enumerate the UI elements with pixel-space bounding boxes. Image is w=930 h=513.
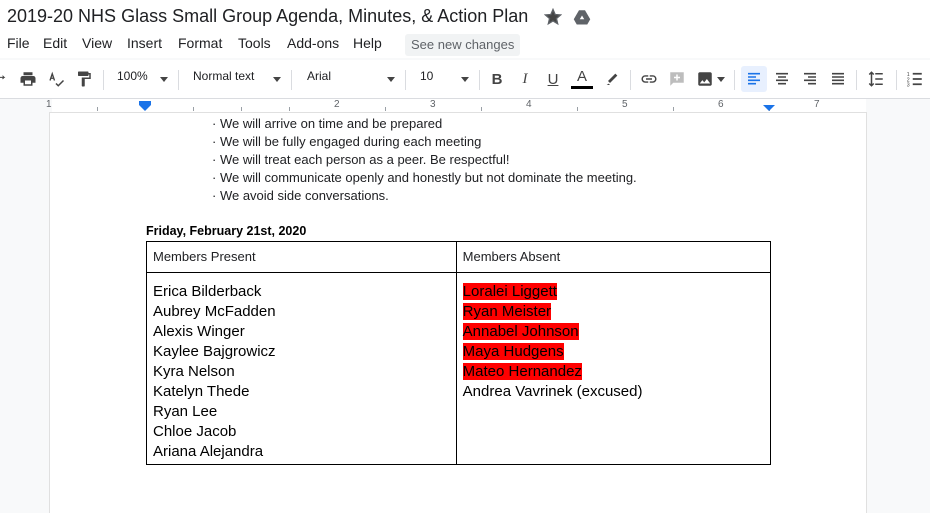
- toolbar-divider: [291, 70, 292, 90]
- members-absent-cell[interactable]: Loralei Liggett Ryan Meister Annabel Joh…: [455, 272, 772, 465]
- ruler-track: [52, 99, 866, 112]
- members-absent-header: Members Absent: [455, 241, 772, 273]
- menu-bar: File Edit View Insert Format Tools Add-o…: [0, 34, 930, 58]
- toolbar-divider: [479, 70, 480, 90]
- text-color-icon[interactable]: A: [571, 68, 593, 90]
- member-present: Erica Bilderback: [153, 283, 262, 300]
- member-present: Aubrey McFadden: [153, 303, 276, 320]
- chevron-down-icon: [717, 77, 725, 82]
- member-absent: Andrea Vavrinek (excused): [462, 383, 643, 400]
- member-absent-highlighted: Loralei Liggett: [462, 283, 557, 300]
- chevron-down-icon: [387, 77, 395, 82]
- members-present-header: Members Present: [146, 241, 457, 273]
- toolbar-divider: [103, 70, 104, 90]
- paint-format-icon[interactable]: [74, 68, 94, 90]
- ruler-tick: [193, 107, 194, 111]
- menu-insert[interactable]: Insert: [127, 35, 162, 51]
- member-present: Katelyn Thede: [153, 383, 250, 400]
- ruler-tick: [577, 107, 578, 111]
- toolbar-divider: [856, 70, 857, 90]
- ruler-number: 2: [334, 99, 340, 110]
- style-select[interactable]: Normal text: [193, 69, 254, 83]
- menu-add-ons[interactable]: Add-ons: [287, 35, 339, 51]
- member-absent-highlighted: Ryan Meister: [462, 303, 552, 320]
- norm-bullet: · We will communicate openly and honestl…: [212, 170, 637, 185]
- chevron-down-icon: [273, 77, 281, 82]
- ruler-tick: [97, 107, 98, 111]
- ruler-tick: [289, 107, 290, 111]
- document-title[interactable]: 2019-20 NHS Glass Small Group Agenda, Mi…: [7, 6, 528, 27]
- justify-icon[interactable]: [828, 68, 848, 90]
- toolbar-divider: [178, 70, 179, 90]
- highlight-icon[interactable]: [602, 68, 622, 90]
- menu-file[interactable]: File: [7, 35, 30, 51]
- norm-bullet: · We will arrive on time and be prepared: [212, 116, 443, 131]
- menu-help[interactable]: Help: [353, 35, 382, 51]
- meeting-date-heading: Friday, February 21st, 2020: [146, 224, 307, 238]
- menu-edit[interactable]: Edit: [43, 35, 67, 51]
- members-present-cell[interactable]: Erica Bilderback Aubrey McFadden Alexis …: [146, 272, 457, 465]
- toolbar-divider: [896, 70, 897, 90]
- member-present: Alexis Winger: [153, 323, 245, 340]
- ruler-tick: [673, 107, 674, 111]
- image-icon[interactable]: [695, 68, 715, 90]
- star-icon[interactable]: [543, 7, 563, 27]
- font-size-select[interactable]: 10: [420, 69, 433, 83]
- font-select[interactable]: Arial: [307, 69, 331, 83]
- left-indent-marker[interactable]: [139, 105, 151, 111]
- title-bar: 2019-20 NHS Glass Small Group Agenda, Mi…: [0, 0, 930, 34]
- numbered-list-icon[interactable]: 123: [905, 68, 925, 90]
- norm-bullet: · We avoid side conversations.: [212, 188, 389, 203]
- align-left-icon[interactable]: [741, 66, 767, 92]
- member-absent-highlighted: Annabel Johnson: [462, 323, 579, 340]
- member-present: Kyra Nelson: [153, 363, 235, 380]
- ruler-number: 4: [526, 99, 532, 110]
- ruler-number: 6: [718, 99, 724, 110]
- toolbar-divider: [630, 70, 631, 90]
- norm-bullet: · We will treat each person as a peer. B…: [212, 152, 510, 167]
- print-icon[interactable]: [18, 68, 38, 90]
- member-present: Ariana Alejandra: [153, 443, 264, 460]
- ruler-tick: [385, 107, 386, 111]
- bold-icon[interactable]: B: [487, 68, 507, 90]
- link-icon[interactable]: [639, 68, 659, 90]
- ruler-number: 5: [622, 99, 628, 110]
- ruler-tick: [481, 107, 482, 111]
- menu-tools[interactable]: Tools: [238, 35, 271, 51]
- menu-format[interactable]: Format: [178, 35, 222, 51]
- toolbar-divider: [405, 70, 406, 90]
- svg-text:3: 3: [907, 83, 910, 89]
- toolbar: 100% Normal text Arial 10 B I U A 1 2 3: [0, 60, 930, 99]
- member-absent-highlighted: Mateo Hernandez: [462, 363, 582, 380]
- ruler-tick: [241, 107, 242, 111]
- norm-bullet: · We will be fully engaged during each m…: [212, 134, 482, 149]
- member-present: Kaylee Bajgrowicz: [153, 343, 276, 360]
- right-indent-marker[interactable]: [763, 105, 775, 111]
- chevron-down-icon: [461, 77, 469, 82]
- spellcheck-icon[interactable]: [46, 68, 66, 90]
- member-present: Chloe Jacob: [153, 423, 237, 440]
- redo-icon[interactable]: [0, 68, 10, 90]
- drive-icon[interactable]: [572, 7, 592, 27]
- chevron-down-icon: [160, 77, 168, 82]
- comment-icon[interactable]: [667, 68, 687, 90]
- line-spacing-icon[interactable]: [866, 68, 886, 90]
- italic-icon[interactable]: I: [515, 68, 535, 90]
- ruler-number: 7: [814, 99, 820, 110]
- align-right-icon[interactable]: [800, 68, 820, 90]
- toolbar-divider: [734, 70, 735, 90]
- member-present: Ryan Lee: [153, 403, 218, 420]
- underline-icon[interactable]: U: [543, 68, 563, 90]
- ruler-number: 3: [430, 99, 436, 110]
- menu-view[interactable]: View: [82, 35, 112, 51]
- member-absent-highlighted: Maya Hudgens: [462, 343, 564, 360]
- align-center-icon[interactable]: [772, 68, 792, 90]
- ruler: 1 2 3 4 5 6 7: [0, 99, 930, 113]
- see-new-changes-button[interactable]: See new changes: [405, 34, 521, 56]
- document-page[interactable]: · We will arrive on time and be prepared…: [50, 113, 866, 513]
- zoom-select[interactable]: 100%: [117, 69, 148, 83]
- attendance-table: Members Present Members Absent Erica Bil…: [146, 241, 772, 465]
- ruler-number: 1: [46, 99, 52, 110]
